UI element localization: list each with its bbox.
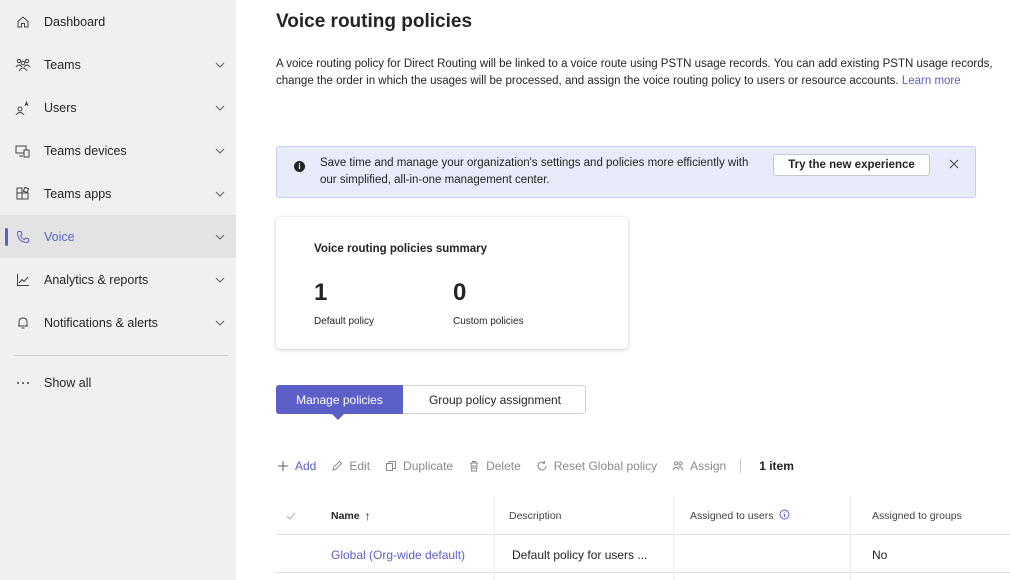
selected-indicator (5, 228, 8, 246)
sidebar-item-label: Voice (44, 229, 75, 244)
duplicate-label: Duplicate (403, 459, 454, 473)
sidebar-item-analytics-reports[interactable]: Analytics & reports (0, 258, 236, 301)
toolbar-divider (740, 459, 742, 473)
table-header: Name ↑ Description Assigned to users Ass… (276, 496, 1010, 535)
policy-description: Default policy for users ... (512, 547, 648, 562)
tab-manage-policies[interactable]: Manage policies (276, 385, 403, 420)
sidebar-nav: Dashboard Teams Users Teams devices Team… (0, 0, 236, 580)
command-toolbar: Add Edit Duplicate Delete Reset Global p… (276, 455, 1010, 477)
column-header-name[interactable]: Name ↑ (331, 496, 371, 535)
delete-button[interactable]: Delete (467, 459, 521, 473)
default-policy-count: 1 (314, 279, 328, 306)
default-policy-label: Default policy (314, 316, 375, 327)
tab-active-pointer (332, 414, 344, 420)
sidebar-item-label: Users (44, 100, 77, 115)
edit-button[interactable]: Edit (330, 459, 370, 473)
devices-icon (14, 142, 32, 160)
edit-label: Edit (349, 459, 371, 473)
policy-assigned-groups: No (872, 547, 888, 562)
chevron-down-icon[interactable] (214, 145, 226, 157)
summary-card: Voice routing policies summary 1 Default… (276, 217, 628, 349)
sort-ascending-icon: ↑ (364, 508, 371, 523)
sidebar-item-label: Show all (44, 375, 92, 390)
sidebar-item-dashboard[interactable]: Dashboard (0, 0, 236, 43)
delete-label: Delete (486, 459, 521, 473)
sidebar-item-label: Notifications & alerts (44, 315, 158, 330)
table-row[interactable]: Global (Org-wide default) Default policy… (276, 536, 1010, 573)
description-text: A voice routing policy for Direct Routin… (276, 58, 993, 87)
assign-button[interactable]: Assign (671, 459, 726, 473)
tab-label: Manage policies (296, 392, 383, 407)
banner-text: Save time and manage your organization's… (320, 157, 749, 186)
chevron-down-icon[interactable] (214, 274, 226, 286)
chevron-down-icon[interactable] (214, 317, 226, 329)
page-description: A voice routing policy for Direct Routin… (276, 56, 996, 90)
try-new-experience-button[interactable]: Try the new experience (773, 154, 930, 176)
page-title: Voice routing policies (276, 11, 473, 32)
sidebar-item-label: Dashboard (44, 14, 106, 29)
column-name-label: Name (331, 509, 360, 522)
main-content: Voice routing policies A voice routing p… (236, 0, 1010, 580)
sidebar-item-notifications-alerts[interactable]: Notifications & alerts (0, 301, 236, 344)
chevron-down-icon[interactable] (214, 59, 226, 71)
info-banner: i Save time and manage your organization… (276, 146, 976, 198)
sidebar-item-teams-devices[interactable]: Teams devices (0, 129, 236, 172)
teams-icon (14, 56, 32, 74)
chart-line-icon (14, 271, 32, 289)
reset-icon (535, 459, 549, 473)
select-all-checkmark-icon[interactable] (286, 496, 296, 535)
duplicate-button[interactable]: Duplicate (384, 459, 453, 473)
pencil-icon (330, 459, 344, 473)
assign-users-icon (671, 459, 685, 473)
phone-icon (14, 228, 32, 246)
reset-label: Reset Global policy (553, 459, 658, 473)
users-icon (14, 99, 32, 117)
sidebar-item-teams[interactable]: Teams (0, 43, 236, 86)
custom-policies-label: Custom policies (453, 316, 524, 327)
column-header-description[interactable]: Description (509, 496, 562, 535)
apps-icon (14, 185, 32, 203)
column-header-assigned-groups[interactable]: Assigned to groups (872, 496, 962, 535)
add-button[interactable]: Add (276, 459, 316, 473)
sidebar-item-label: Analytics & reports (44, 272, 149, 287)
copy-icon (384, 459, 398, 473)
home-icon (14, 13, 32, 31)
chevron-down-icon[interactable] (214, 231, 226, 243)
sidebar-item-show-all[interactable]: Show all (0, 361, 236, 404)
learn-more-link[interactable]: Learn more (902, 75, 961, 87)
add-label: Add (295, 459, 317, 473)
tab-label: Group policy assignment (428, 392, 562, 407)
sidebar-item-label: Teams devices (44, 143, 127, 158)
column-header-assigned-users[interactable]: Assigned to users (690, 496, 790, 535)
policy-tabs: Manage policies Group policy assignment (276, 385, 586, 420)
assign-label: Assign (690, 459, 727, 473)
sidebar-item-label: Teams apps (44, 186, 112, 201)
chevron-down-icon[interactable] (214, 188, 226, 200)
info-icon: i (294, 161, 305, 172)
sidebar-item-label: Teams (44, 57, 81, 72)
close-icon[interactable] (946, 156, 962, 172)
sidebar-item-teams-apps[interactable]: Teams apps (0, 172, 236, 215)
plus-icon (276, 459, 290, 473)
bell-icon (14, 314, 32, 332)
item-count: 1 item (759, 459, 794, 473)
summary-title: Voice routing policies summary (314, 243, 487, 255)
trash-icon (467, 459, 481, 473)
column-assigned-users-label: Assigned to users (690, 509, 774, 522)
custom-policies-count: 0 (453, 279, 467, 306)
chevron-down-icon[interactable] (214, 102, 226, 114)
reset-global-policy-button[interactable]: Reset Global policy (535, 459, 657, 473)
info-circle-icon[interactable] (779, 509, 790, 523)
sidebar-item-voice[interactable]: Voice (0, 215, 236, 258)
tab-group-policy-assignment[interactable]: Group policy assignment (404, 385, 586, 414)
sidebar-item-users[interactable]: Users (0, 86, 236, 129)
sidebar-divider (14, 355, 228, 356)
more-icon (14, 374, 32, 392)
policy-name-link[interactable]: Global (Org-wide default) (331, 536, 465, 573)
